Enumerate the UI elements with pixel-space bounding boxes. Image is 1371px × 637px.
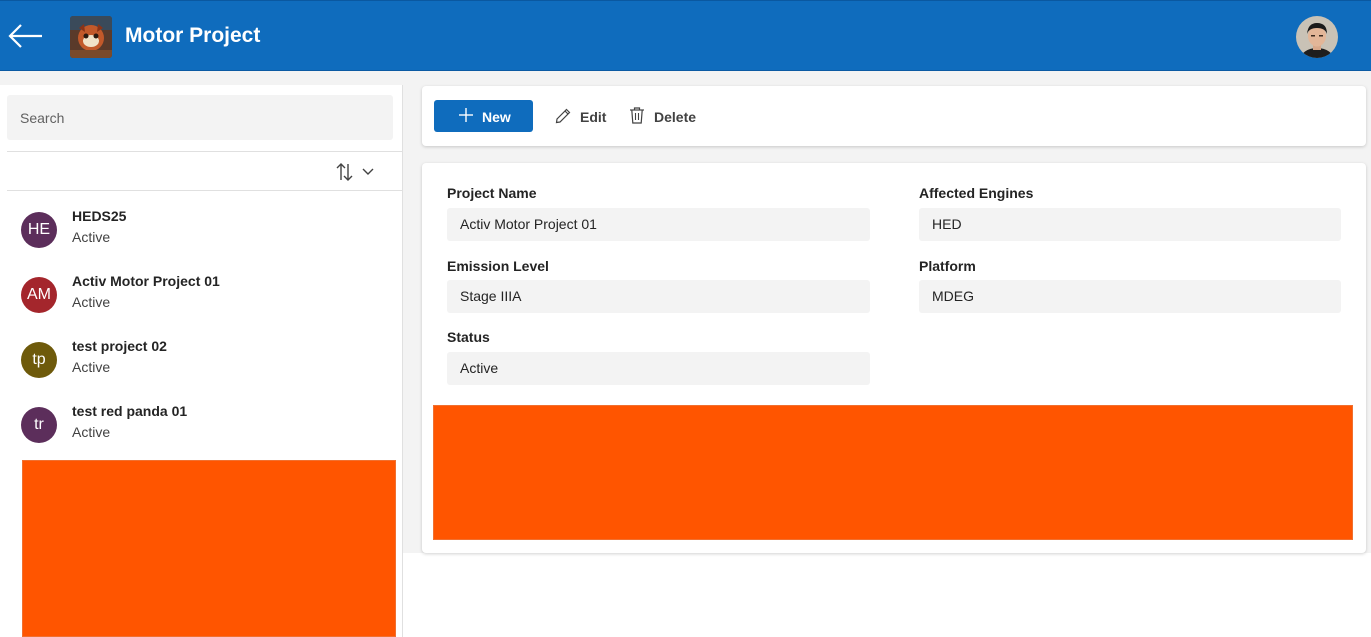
new-button-label: New bbox=[482, 109, 511, 125]
search-input[interactable] bbox=[7, 95, 393, 140]
avatar: AM bbox=[21, 277, 57, 313]
redacted-area bbox=[433, 405, 1353, 540]
app-header: Motor Project bbox=[0, 0, 1371, 71]
back-arrow-icon[interactable] bbox=[6, 21, 46, 51]
delete-button[interactable]: Delete bbox=[628, 100, 708, 132]
list-item-title: HEDS25 bbox=[72, 208, 127, 224]
list-item-status: Active bbox=[72, 359, 111, 375]
emission-level-field[interactable]: Stage IIIA bbox=[447, 280, 870, 313]
affected-engines-field[interactable]: HED bbox=[919, 208, 1341, 241]
status-label: Status bbox=[447, 329, 490, 345]
avatar: tr bbox=[21, 407, 57, 443]
list-item[interactable]: tp test project 02 Active bbox=[7, 336, 397, 398]
list-item[interactable]: HE HEDS25 Active bbox=[7, 206, 397, 268]
avatar: HE bbox=[21, 212, 57, 248]
sort-button[interactable] bbox=[334, 160, 376, 184]
affected-engines-label: Affected Engines bbox=[919, 185, 1034, 201]
list-item-status: Active bbox=[72, 229, 111, 245]
edit-button[interactable]: Edit bbox=[554, 100, 614, 132]
status-field[interactable]: Active bbox=[447, 352, 870, 385]
app-title: Motor Project bbox=[125, 24, 261, 47]
list-item[interactable]: tr test red panda 01 Active bbox=[7, 401, 397, 463]
list-item-status: Active bbox=[72, 294, 111, 310]
list-item-title: test project 02 bbox=[72, 338, 167, 354]
list-item-status: Active bbox=[72, 424, 111, 440]
trash-icon bbox=[630, 107, 644, 124]
delete-button-label: Delete bbox=[654, 109, 697, 125]
new-button[interactable]: New bbox=[434, 100, 533, 132]
project-details-form: Project Name Activ Motor Project 01 Affe… bbox=[422, 163, 1366, 553]
divider bbox=[7, 151, 403, 152]
project-name-label: Project Name bbox=[447, 185, 537, 201]
sort-arrows-icon bbox=[336, 163, 374, 181]
platform-label: Platform bbox=[919, 258, 976, 274]
list-item-title: test red panda 01 bbox=[72, 403, 188, 419]
list-item-title: Activ Motor Project 01 bbox=[72, 273, 220, 289]
project-name-field[interactable]: Activ Motor Project 01 bbox=[447, 208, 870, 241]
command-bar: New Edit Delete bbox=[422, 86, 1366, 146]
plus-icon bbox=[459, 108, 473, 122]
user-avatar[interactable] bbox=[1296, 16, 1338, 58]
app-logo-icon bbox=[70, 16, 112, 58]
redacted-area bbox=[22, 460, 396, 637]
avatar: tp bbox=[21, 342, 57, 378]
emission-level-label: Emission Level bbox=[447, 258, 549, 274]
project-list-panel: HE HEDS25 Active AM Activ Motor Project … bbox=[0, 85, 403, 637]
edit-button-label: Edit bbox=[580, 109, 607, 125]
pencil-icon bbox=[555, 108, 571, 124]
list-item[interactable]: AM Activ Motor Project 01 Active bbox=[7, 271, 397, 333]
platform-field[interactable]: MDEG bbox=[919, 280, 1341, 313]
divider bbox=[7, 190, 403, 191]
